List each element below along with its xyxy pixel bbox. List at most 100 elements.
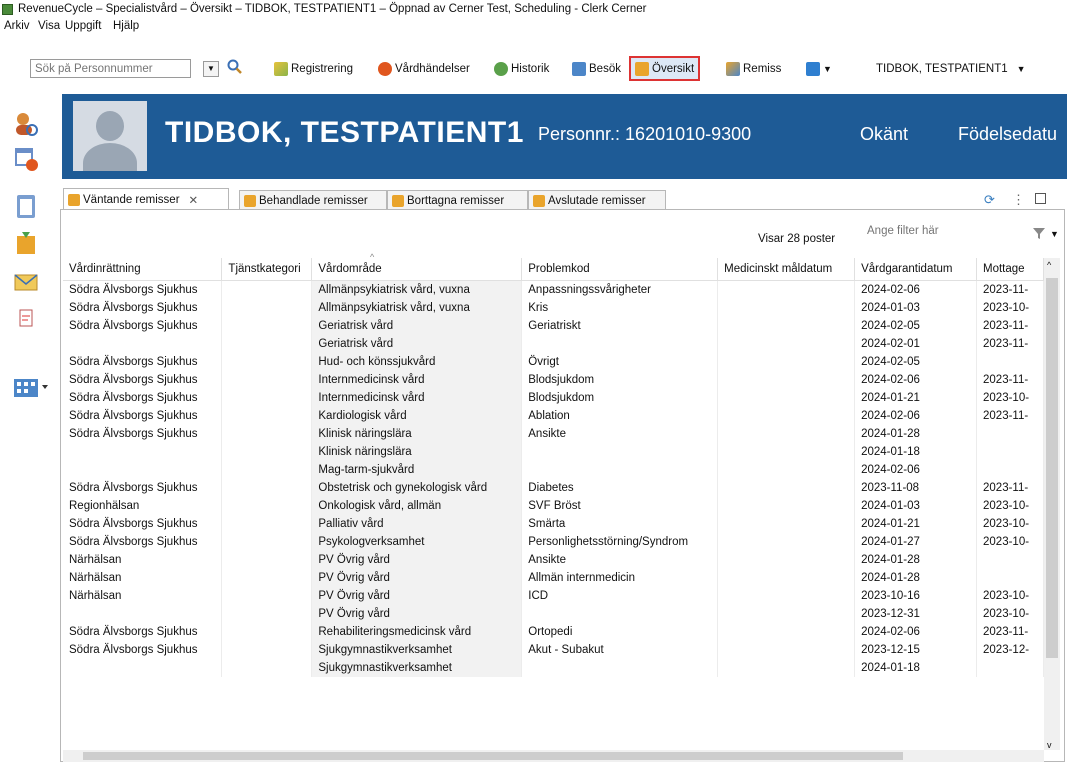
column-header[interactable]: Vårdinrättning [63, 258, 223, 281]
scroll-down-icon[interactable]: v [1047, 740, 1052, 750]
table-row[interactable]: Södra Älvsborgs Sjukhus Palliativ vård Smä… [63, 515, 1044, 533]
filter-input[interactable] [865, 224, 1011, 238]
table-row[interactable]: Södra Älvsborgs Sjukhus Sjukgymnastikverk… [63, 641, 1044, 659]
table-row[interactable]: Klinisk näringslära 2024-01-18 [63, 443, 1044, 461]
table-cell: Geriatrisk vård [311, 317, 523, 335]
search-input[interactable] [31, 60, 189, 77]
table-row[interactable]: Södra Älvsborgs Sjukhus Klinisk näringslä… [63, 425, 1044, 443]
table-cell [221, 280, 313, 299]
scroll-up-icon[interactable]: ^ [1047, 260, 1051, 270]
table-row[interactable]: Södra Älvsborgs Sjukhus Obstetrisk och gy… [63, 479, 1044, 497]
table-cell [976, 461, 1044, 479]
registrering-button[interactable]: Registrering [274, 59, 353, 79]
patient-selector[interactable]: TIDBOK, TESTPATIENT1 ▼ [876, 59, 1026, 79]
besok-button[interactable]: Besök [572, 59, 621, 79]
oversikt-button[interactable]: Översikt [629, 56, 701, 81]
table-cell: 2023-10- [976, 515, 1044, 533]
table-row[interactable]: Mag-tarm-sjukvård 2024-02-06 [63, 461, 1044, 479]
table-cell: Södra Älvsborgs Sjukhus [63, 479, 223, 497]
menu-uppgift[interactable]: Uppgift [65, 20, 101, 32]
table-row[interactable]: Södra Älvsborgs Sjukhus Internmedicinsk v… [63, 389, 1044, 407]
table-cell: Södra Älvsborgs Sjukhus [63, 533, 223, 551]
remiss-button[interactable]: Remiss [726, 59, 781, 79]
more-options-icon[interactable]: ⋮ [1012, 192, 1025, 208]
horizontal-scrollbar[interactable] [63, 750, 1044, 762]
tab-vantande-remisser[interactable]: Väntande remisser ✕ [63, 188, 229, 210]
column-header[interactable]: Mottage [976, 258, 1044, 281]
table-row[interactable]: Närhälsan PV Övrig vård Ansikte 2024-01-28 [63, 551, 1044, 569]
table-cell [63, 659, 223, 677]
tab-avslutade-remisser[interactable]: Avslutade remisser [528, 190, 666, 210]
table-row[interactable]: Södra Älvsborgs Sjukhus Allmänpsykiatrisk… [63, 280, 1044, 299]
table-cell: Sjukgymnastikverksamhet [311, 641, 523, 659]
filter-icon[interactable] [1032, 226, 1046, 243]
table-row[interactable]: Geriatrisk vård 2024-02-01 2023-11- [63, 335, 1044, 353]
table-row[interactable]: Södra Älvsborgs Sjukhus Rehabiliteringsme… [63, 623, 1044, 641]
patient-search-icon[interactable] [12, 110, 40, 138]
note-icon[interactable] [12, 304, 40, 332]
gender-label: Okänt [860, 124, 909, 144]
mail-icon[interactable] [12, 267, 40, 295]
menu-visa[interactable]: Visa [38, 20, 60, 32]
table-cell [717, 515, 856, 533]
table-cell [717, 659, 856, 677]
tab-borttagna-remisser[interactable]: Borttagna remisser [387, 190, 528, 210]
table-row[interactable]: Södra Älvsborgs Sjukhus Kardiologisk vård… [63, 407, 1044, 425]
table-cell: 2023-10- [976, 299, 1044, 317]
table-row[interactable]: Närhälsan PV Övrig vård ICD 2023-10-16 2023-… [63, 587, 1044, 605]
column-header[interactable]: Vårdgarantidatum [854, 258, 978, 281]
column-header[interactable]: Vårdområde [311, 258, 523, 281]
personnummer-search[interactable] [30, 59, 191, 78]
table-cell: ICD [521, 587, 719, 605]
registrering-label: Registrering [291, 63, 353, 75]
table-cell [221, 317, 313, 335]
table-cell [717, 280, 856, 299]
refresh-icon[interactable]: ⟳ [984, 192, 995, 208]
menu-arkiv[interactable]: Arkiv [4, 20, 30, 32]
referral-tab-icon [533, 194, 545, 207]
search-icon[interactable] [227, 59, 243, 78]
table-cell: 2024-02-06 [854, 461, 978, 479]
table-row[interactable]: PV Övrig vård 2023-12-31 2023-10- [63, 605, 1044, 623]
menu-hjalp[interactable]: Hjälp [113, 20, 139, 32]
schedule-icon[interactable] [12, 145, 40, 173]
table-row[interactable]: Södra Älvsborgs Sjukhus Geriatrisk vård Ge… [63, 317, 1044, 335]
table-row[interactable]: Södra Älvsborgs Sjukhus Allmänpsykiatrisk… [63, 299, 1044, 317]
scrollbar-thumb[interactable] [83, 752, 903, 760]
clipboard-icon[interactable] [12, 192, 40, 220]
table-cell: Södra Älvsborgs Sjukhus [63, 641, 223, 659]
referral-icon [726, 62, 740, 76]
table-cell: 2023-11- [976, 371, 1044, 389]
table-cell: 2023-12-15 [854, 641, 978, 659]
table-cell: Södra Älvsborgs Sjukhus [63, 515, 223, 533]
table-row[interactable]: Södra Älvsborgs Sjukhus Psykologverksamhe… [63, 533, 1044, 551]
tab-behandlade-remisser[interactable]: Behandlade remisser [239, 190, 387, 210]
column-header[interactable]: Tjänstkategori [221, 258, 313, 281]
scrollbar-thumb[interactable] [1046, 278, 1058, 658]
table-cell [521, 461, 719, 479]
historik-button[interactable]: Historik [494, 59, 549, 79]
column-header[interactable]: Medicinskt måldatum [717, 258, 856, 281]
vertical-scrollbar[interactable]: ^ v [1044, 258, 1060, 750]
personnummer-label: Personnr.: 16201010-9300 [538, 124, 752, 144]
building-dropdown-icon[interactable] [12, 373, 52, 401]
vardhandelser-button[interactable]: Vårdhändelser [378, 59, 470, 79]
table-cell [63, 461, 223, 479]
table-row[interactable]: Södra Älvsborgs Sjukhus Hud- och könssjuk… [63, 353, 1044, 371]
table-row[interactable]: Södra Älvsborgs Sjukhus Internmedicinsk v… [63, 371, 1044, 389]
table-cell: 2023-11- [976, 317, 1044, 335]
table-row[interactable]: Sjukgymnastikverksamhet 2024-01-18 [63, 659, 1044, 677]
table-cell [976, 353, 1044, 371]
calendar-icon [572, 62, 586, 76]
chevron-down-icon[interactable]: ▼ [1050, 229, 1059, 239]
close-icon[interactable]: ✕ [189, 193, 199, 207]
windows-dropdown-button[interactable]: ▼ [806, 59, 832, 79]
column-header[interactable]: Problemkod [521, 258, 719, 281]
table-row[interactable]: Närhälsan PV Övrig vård Allmän internmedic… [63, 569, 1044, 587]
table-row[interactable]: Regionhälsan Onkologisk vård, allmän SVF B… [63, 497, 1044, 515]
maximize-icon[interactable] [1035, 193, 1046, 204]
table-cell: Regionhälsan [63, 497, 223, 515]
document-arrow-icon[interactable] [12, 228, 40, 256]
search-dropdown-button[interactable]: ▼ [203, 61, 219, 77]
table-cell [717, 533, 856, 551]
